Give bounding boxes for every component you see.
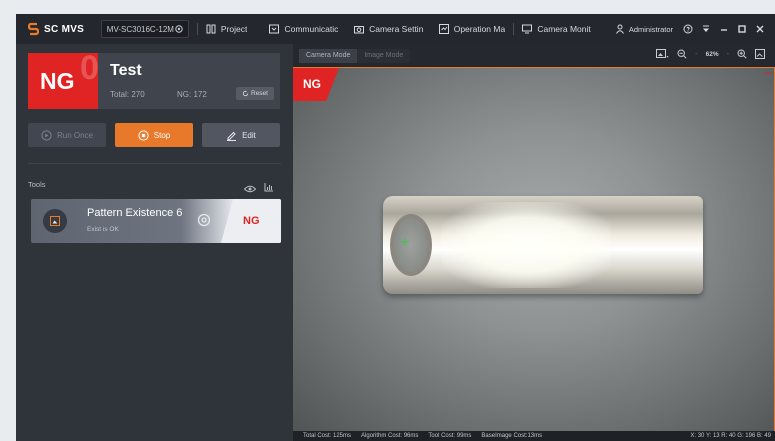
overlay-status-tag: NG [293,68,339,101]
menu-project[interactable]: Project [206,24,256,34]
menu-camera-settings[interactable]: Camera Settin [354,24,425,34]
app-title: SC MVS [44,23,85,35]
device-select[interactable]: MV-SC3016C-12M [100,20,189,38]
menu-operation[interactable]: Operation Ma [438,24,508,34]
overlay-corner-mark: ▪▪▪ [764,71,771,77]
fit-to-window-icon[interactable] [755,49,765,59]
logo-icon [28,22,39,36]
action-buttons: Run Once Stop Edit [28,123,280,147]
algorithm-cost: Algorithm Cost: 96ms [361,433,419,439]
play-icon [41,129,52,141]
usb-glare [441,202,611,288]
run-once-button[interactable]: Run Once [28,123,106,147]
device-settings-icon[interactable] [174,24,184,36]
zoom-separator: - [726,50,729,58]
tool-subtitle: Exist is OK [87,226,119,233]
monitor-icon [522,24,533,34]
stop-button[interactable]: Stop [115,123,193,147]
menu-camera-monitor[interactable]: Camera Monit [522,24,596,34]
edit-button[interactable]: Edit [202,123,280,147]
dropdown-menu-icon[interactable] [701,24,711,34]
tool-settings-icon[interactable] [196,212,212,233]
window-controls: Administrator [611,24,769,34]
maximize-icon[interactable] [737,24,747,34]
eye-icon[interactable] [243,180,257,198]
zoom-level[interactable]: 62% [706,51,719,58]
pixel-info: X: 30 Y: 13 R: 40 G: 196 B: 49 [690,433,771,439]
bar-chart-icon[interactable] [264,179,274,197]
tools-heading: Tools [28,180,46,189]
toolbar-separator [196,23,198,35]
result-card: 0 NG Test Total: 270 NG: 172 Reset [28,53,280,109]
result-ghost-digit: 0 [80,53,98,87]
pencil-icon [227,131,237,141]
zoom-out-icon[interactable] [677,49,687,59]
reset-icon [242,90,249,97]
tool-item-pattern-existence[interactable]: Pattern Existence 6 Exist is OK NG [31,199,281,243]
user-menu[interactable]: Administrator [611,24,673,34]
left-panel: 0 NG Test Total: 270 NG: 172 Reset Run O… [16,44,293,441]
tool-status: NG [243,215,260,227]
top-bar: SC MVS MV-SC3016C-12M Project Communicat… [16,14,775,44]
camera-image[interactable]: NG ▪▪▪ [293,67,775,431]
user-icon [615,24,625,34]
result-status: NG [40,68,75,94]
total-count: Total: 270 [110,90,145,99]
tool-name: Pattern Existence 6 [87,207,183,219]
result-status-block: 0 NG [28,53,98,109]
tab-image-mode[interactable]: Image Mode [357,49,411,63]
detection-marker-icon [401,238,409,246]
image-select-icon[interactable] [656,49,669,59]
minimize-icon[interactable] [719,24,729,34]
image-viewer: Camera Mode Image Mode - 62% - NG ▪▪▪ To… [293,44,775,441]
panel-divider [28,163,281,164]
close-icon[interactable] [755,24,765,34]
base-image-cost: BaseImage Cost:13ms [481,433,543,439]
camera-settings-icon [354,24,365,34]
communication-icon [269,24,280,34]
total-cost: Total Cost: 125ms [303,433,352,439]
app-window: SC MVS MV-SC3016C-12M Project Communicat… [16,14,775,441]
help-icon[interactable] [683,24,693,34]
viewer-toolbar: - 62% - [652,49,769,59]
overlay-status: NG [303,77,321,91]
project-name: Test [110,62,142,79]
pattern-tool-icon [43,209,67,233]
app-logo: SC MVS [28,22,95,36]
tab-camera-mode[interactable]: Camera Mode [299,49,358,63]
status-bar: Total Cost: 125ms Algorithm Cost: 96ms T… [293,431,775,441]
usb-keyring-hole [390,214,432,276]
menu-communication[interactable]: Communicatic [269,24,340,34]
tool-cost: Tool Cost: 99ms [428,433,472,439]
zoom-in-icon[interactable] [737,49,747,59]
device-name: MV-SC3016C-12M [106,24,174,34]
ng-count: NG: 172 [177,90,207,99]
zoom-separator: - [695,50,698,58]
stop-icon [138,129,149,141]
project-icon [206,24,216,34]
operation-icon [438,24,449,34]
reset-button[interactable]: Reset [236,87,274,100]
toolbar-separator [513,23,515,35]
mode-tabs: Camera Mode Image Mode [299,49,411,63]
